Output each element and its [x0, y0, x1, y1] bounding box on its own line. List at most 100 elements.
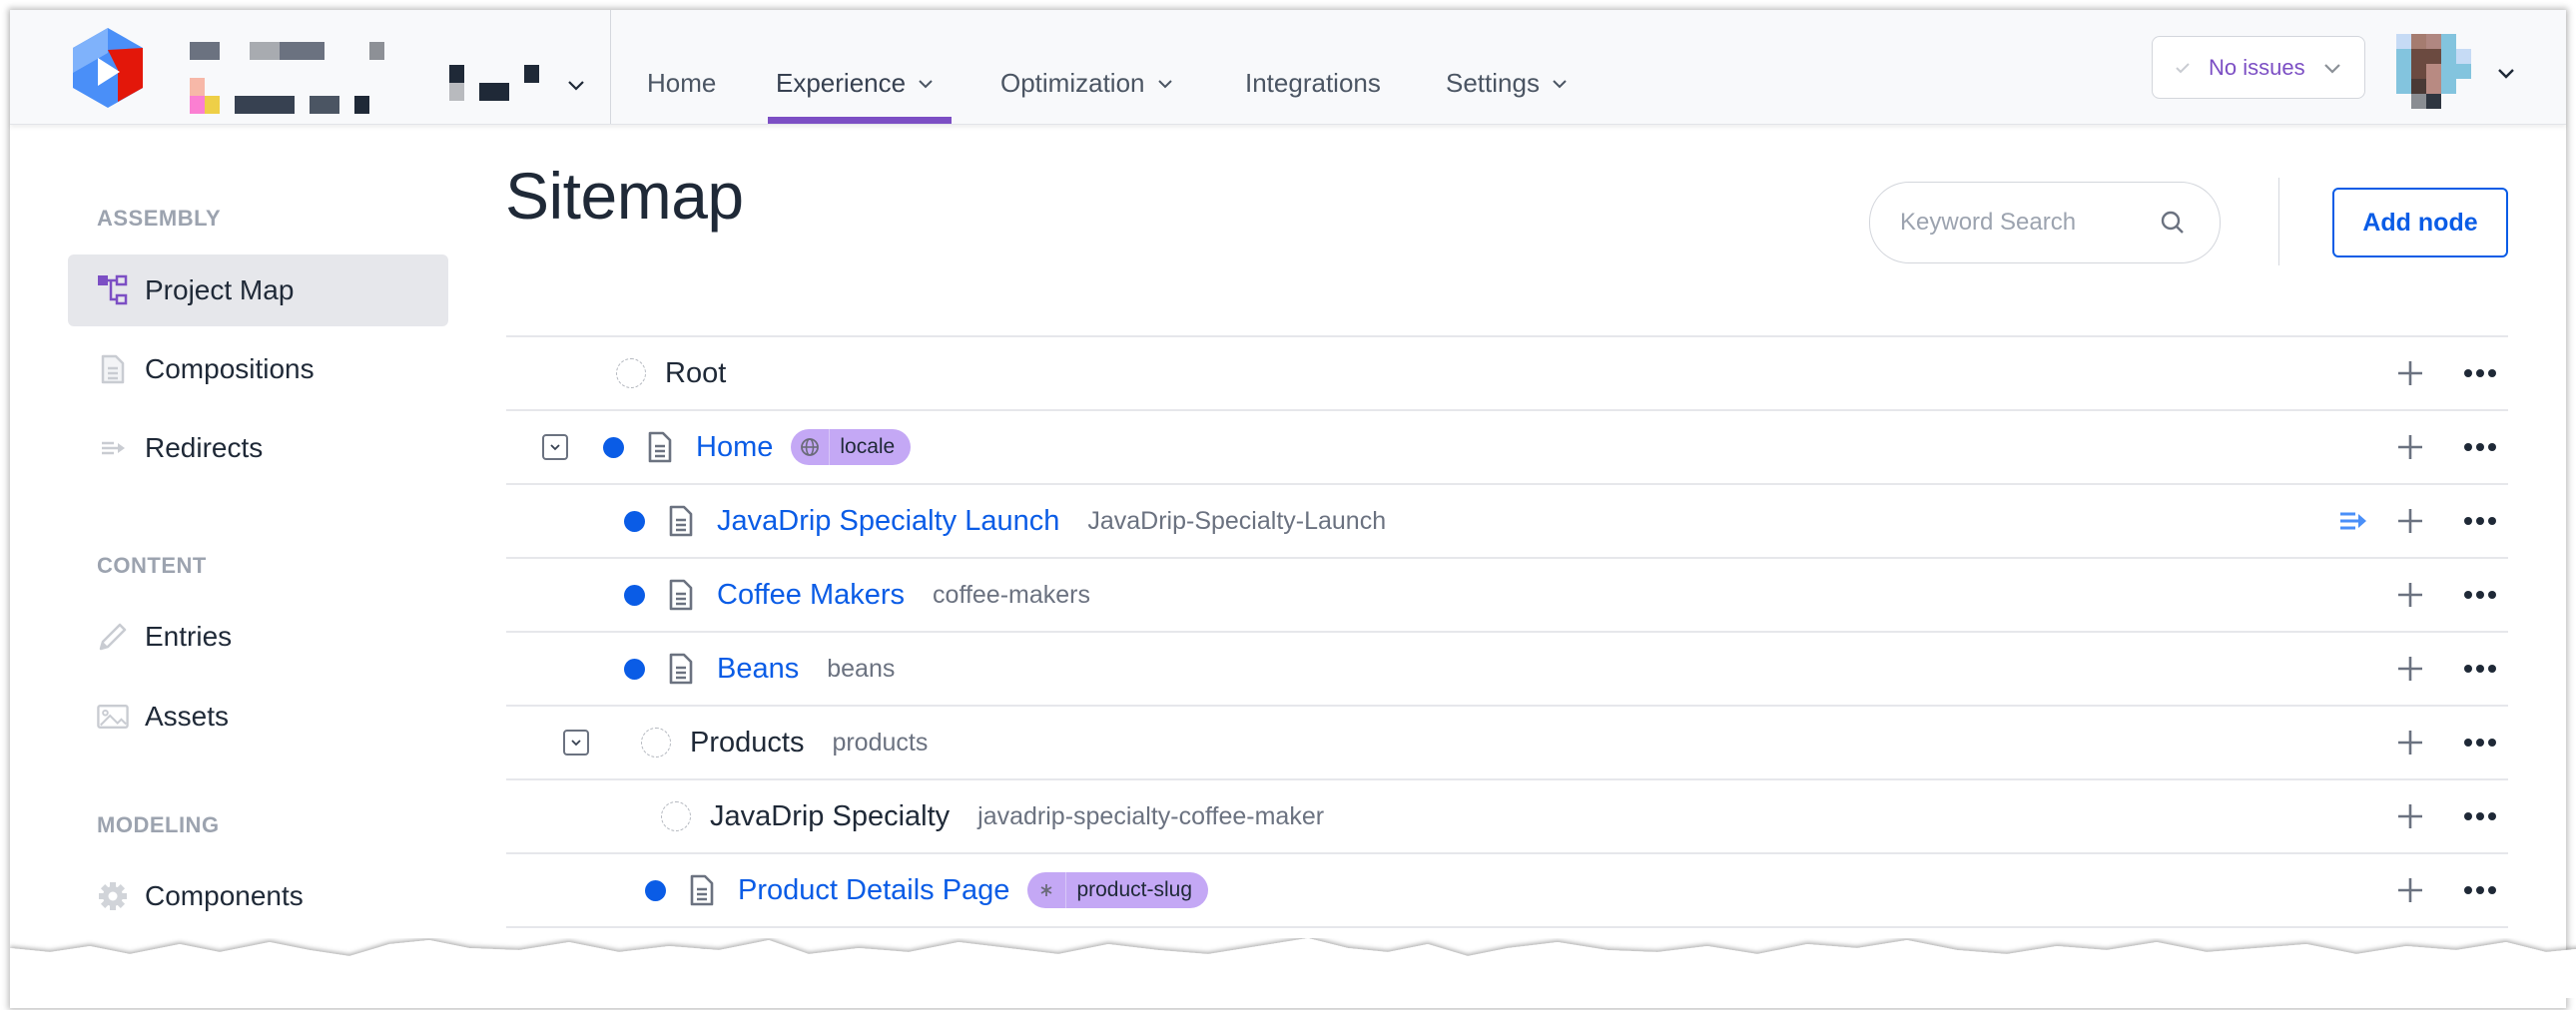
tree-row[interactable]: Beans beans — [506, 631, 2508, 705]
node-name[interactable]: Coffee Makers — [717, 579, 905, 612]
add-child-plus-icon[interactable] — [2396, 729, 2424, 757]
published-status-dot — [624, 510, 645, 532]
node-slug: products — [832, 728, 929, 757]
chevron-down-icon — [568, 81, 584, 91]
more-options-icon[interactable] — [2463, 880, 2497, 900]
sidebar-item-components[interactable]: Components — [68, 860, 448, 932]
add-child-plus-icon[interactable] — [2396, 433, 2424, 461]
more-options-icon[interactable] — [2463, 806, 2497, 826]
add-node-button[interactable]: Add node — [2332, 188, 2508, 257]
page-title: Sitemap — [505, 159, 744, 233]
active-tab-indicator — [768, 117, 952, 124]
nav-optimization[interactable]: Optimization — [1000, 68, 1173, 99]
sitemap-tree: Root Home locale JavaDrip Specialty Launch J… — [506, 335, 2508, 1000]
sidebar-item-label: Assets — [145, 701, 230, 732]
node-slug: JavaDrip-Specialty-Launch — [1087, 506, 1387, 535]
tree-row[interactable]: JavaDrip Specialty Launch JavaDrip-Specia… — [506, 483, 2508, 557]
node-name[interactable]: Beans — [717, 653, 799, 686]
dynamic-param-badge: locale — [791, 429, 912, 465]
add-child-plus-icon[interactable] — [2396, 802, 2424, 830]
user-avatar[interactable] — [2396, 34, 2472, 110]
more-options-icon[interactable] — [2463, 659, 2497, 679]
check-icon — [2176, 62, 2190, 73]
tree-row[interactable]: Product Details Page product-slug — [506, 852, 2508, 926]
chevron-down-icon — [2323, 63, 2340, 74]
tree-row[interactable]: Root — [506, 335, 2508, 409]
add-child-plus-icon[interactable] — [2396, 655, 2424, 683]
chevron-down-icon — [1157, 79, 1172, 88]
app-window: Home Experience Optimization Integration… — [10, 10, 2576, 1008]
add-child-plus-icon[interactable] — [2396, 581, 2424, 609]
image-icon — [97, 701, 129, 733]
redirect-icon — [97, 432, 129, 464]
search-input[interactable] — [1898, 208, 2152, 238]
composition-page-icon — [690, 874, 714, 906]
top-header: Home Experience Optimization Integration… — [10, 10, 2566, 125]
gear-icon — [97, 880, 129, 912]
more-options-icon[interactable] — [2463, 437, 2497, 457]
nav-home-label: Home — [647, 68, 717, 98]
composition-page-icon — [648, 431, 672, 463]
published-status-dot — [624, 658, 645, 680]
composition-page-icon — [669, 653, 693, 685]
composition-page-icon — [669, 579, 693, 611]
more-options-icon[interactable] — [2463, 733, 2497, 753]
project-name-redacted[interactable] — [180, 34, 439, 114]
add-child-plus-icon[interactable] — [2396, 359, 2424, 387]
redirect-icon[interactable] — [2339, 510, 2367, 532]
sidebar-item-project-map[interactable]: Project Map — [68, 254, 448, 326]
composition-page-icon — [669, 505, 693, 537]
sidebar-item-compositions[interactable]: Compositions — [68, 333, 448, 405]
tree-row[interactable]: Coffee Makers coffee-makers — [506, 557, 2508, 631]
more-options-icon[interactable] — [2463, 363, 2497, 383]
node-name[interactable]: Product Details Page — [738, 874, 1009, 907]
more-options-icon[interactable] — [2463, 585, 2497, 605]
node-name[interactable]: JavaDrip Specialty Launch — [717, 505, 1059, 538]
chevron-down-icon[interactable] — [2496, 63, 2516, 83]
chevron-down-icon — [919, 79, 933, 88]
header-divider — [610, 10, 611, 124]
issues-dropdown[interactable]: No issues — [2152, 36, 2365, 99]
section-label-content: CONTENT — [97, 553, 207, 578]
tree-row[interactable]: JavaDrip Specialty javadrip-specialty-cof… — [506, 778, 2508, 852]
torn-edge-decoration — [10, 938, 2576, 998]
sidebar-item-label: Entries — [145, 621, 233, 652]
sidebar-item-entries[interactable]: Entries — [68, 601, 448, 673]
published-status-dot — [603, 436, 624, 458]
node-name: Root — [665, 356, 727, 389]
nav-settings[interactable]: Settings — [1446, 68, 1568, 99]
nav-integrations[interactable]: Integrations — [1245, 68, 1381, 99]
pencil-icon — [97, 621, 129, 653]
node-name: Products — [690, 726, 805, 758]
nav-home[interactable]: Home — [647, 68, 716, 99]
node-name[interactable]: Home — [696, 431, 773, 464]
tree-row[interactable]: Home locale — [506, 409, 2508, 483]
project-map-icon — [97, 274, 129, 306]
sidebar-item-assets[interactable]: Assets — [68, 681, 448, 753]
nav-experience[interactable]: Experience — [776, 68, 934, 99]
tree-row[interactable]: Products products — [506, 705, 2508, 778]
expand-toggle[interactable] — [563, 730, 589, 756]
add-child-plus-icon[interactable] — [2396, 876, 2424, 904]
draft-status-circle — [616, 358, 646, 388]
badge-label: product-slug — [1076, 878, 1192, 901]
toolbar-divider — [2278, 178, 2279, 265]
expand-toggle[interactable] — [542, 434, 568, 460]
dynamic-param-badge: product-slug — [1027, 872, 1208, 908]
asterisk-icon — [1027, 872, 1067, 908]
draft-status-circle — [641, 728, 671, 758]
environment-select[interactable] — [449, 65, 599, 101]
app-logo-icon[interactable] — [70, 28, 146, 108]
nav-experience-label: Experience — [776, 68, 907, 98]
node-slug: beans — [827, 654, 896, 683]
chevron-down-icon — [550, 444, 560, 451]
sidebar-item-label: Components — [145, 880, 304, 911]
sidebar-item-redirects[interactable]: Redirects — [68, 412, 448, 484]
more-options-icon[interactable] — [2463, 511, 2497, 531]
sidebar-item-label: Redirects — [145, 432, 264, 463]
add-child-plus-icon[interactable] — [2396, 507, 2424, 535]
search-icon[interactable] — [2160, 210, 2186, 236]
node-slug: javadrip-specialty-coffee-maker — [977, 801, 1325, 830]
keyword-search[interactable] — [1869, 182, 2221, 263]
sidebar-item-label: Project Map — [145, 274, 295, 305]
